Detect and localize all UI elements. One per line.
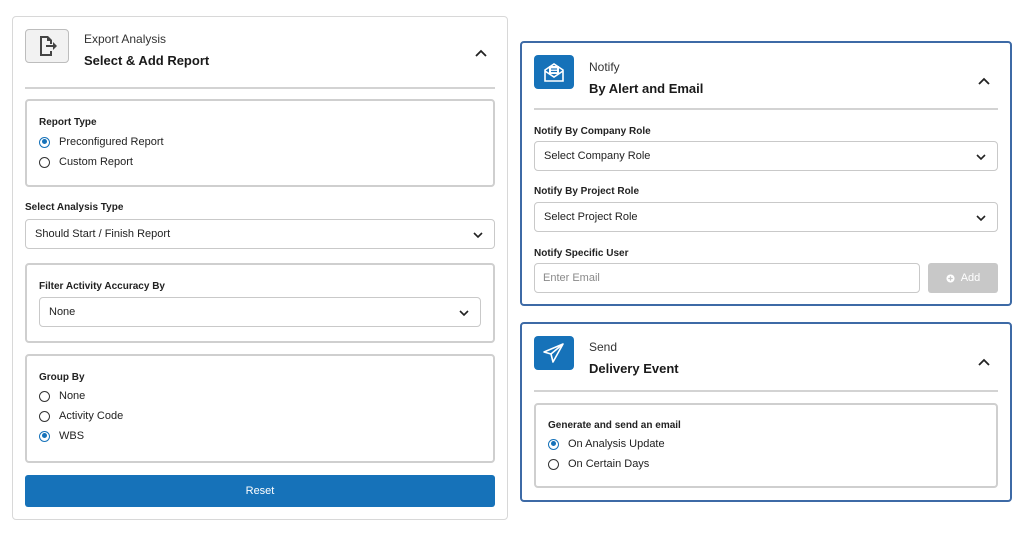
send-card: Send Delivery Event Generate and send an… [520, 322, 1012, 502]
radio-unselected-icon [548, 458, 559, 470]
chevron-down-icon [976, 215, 986, 222]
export-card-header[interactable]: Export Analysis Select & Add Report [25, 27, 495, 89]
analysis-type-value: Should Start / Finish Report [35, 228, 171, 240]
notify-card-subtitle: Notify [589, 60, 620, 74]
group-by-group: Group By None Activity Code WBS [25, 354, 495, 463]
email-field[interactable] [534, 263, 920, 293]
radio-label: WBS [59, 430, 85, 442]
filter-accuracy-group: Filter Activity Accuracy By None [25, 263, 495, 343]
analysis-type-label: Select Analysis Type [25, 202, 124, 213]
chevron-down-icon [473, 232, 483, 239]
plus-circle-icon [946, 273, 955, 283]
paper-plane-icon [534, 336, 574, 370]
export-card-title: Select & Add Report [84, 53, 210, 68]
radio-label: None [59, 390, 86, 402]
reset-button[interactable]: Reset [25, 475, 495, 507]
radio-group-none[interactable]: None [39, 390, 85, 402]
radio-selected-icon [39, 430, 50, 442]
chevron-up-icon[interactable] [473, 45, 489, 61]
export-card-subtitle: Export Analysis [84, 32, 167, 46]
notify-card: Notify By Alert and Email Notify By Comp… [520, 41, 1012, 306]
notify-card-title: By Alert and Email [589, 81, 704, 96]
radio-custom-report[interactable]: Custom Report [39, 156, 133, 168]
radio-label: On Analysis Update [568, 438, 665, 450]
report-type-label: Report Type [39, 117, 97, 128]
project-role-label: Notify By Project Role [534, 186, 640, 197]
radio-unselected-icon [39, 390, 50, 402]
radio-preconfigured-report[interactable]: Preconfigured Report [39, 136, 164, 148]
radio-label: Activity Code [59, 410, 124, 422]
chevron-up-icon[interactable] [976, 73, 992, 89]
report-type-group: Report Type Preconfigured Report Custom … [25, 99, 495, 187]
chevron-down-icon [976, 154, 986, 161]
send-card-title: Delivery Event [589, 361, 679, 376]
add-user-button[interactable]: Add [928, 263, 998, 293]
export-file-icon [25, 29, 69, 63]
notify-card-header[interactable]: Notify By Alert and Email [534, 53, 998, 110]
radio-selected-icon [548, 438, 559, 450]
radio-group-wbs[interactable]: WBS [39, 430, 84, 442]
envelope-alert-icon [534, 55, 574, 89]
radio-unselected-icon [39, 156, 50, 168]
radio-unselected-icon [39, 410, 50, 422]
filter-accuracy-select[interactable]: None [39, 297, 481, 327]
chevron-up-icon[interactable] [976, 354, 992, 370]
radio-on-certain-days[interactable]: On Certain Days [548, 458, 649, 470]
filter-accuracy-label: Filter Activity Accuracy By [39, 281, 165, 292]
company-role-select[interactable]: Select Company Role [534, 141, 998, 171]
radio-label: On Certain Days [568, 458, 650, 470]
send-card-subtitle: Send [589, 340, 618, 354]
radio-label: Custom Report [59, 156, 133, 168]
export-analysis-card: Export Analysis Select & Add Report Repo… [12, 16, 508, 520]
chevron-down-icon [459, 310, 469, 317]
radio-group-activity-code[interactable]: Activity Code [39, 410, 123, 422]
radio-selected-icon [39, 136, 50, 148]
generate-email-group: Generate and send an email On Analysis U… [534, 403, 998, 488]
send-card-header[interactable]: Send Delivery Event [534, 334, 998, 392]
filter-accuracy-value: None [49, 306, 76, 318]
generate-email-label: Generate and send an email [548, 420, 681, 431]
add-button-label: Add [960, 272, 981, 284]
company-role-label: Notify By Company Role [534, 126, 651, 137]
group-by-label: Group By [39, 372, 85, 383]
company-role-value: Select Company Role [544, 150, 651, 162]
project-role-select[interactable]: Select Project Role [534, 202, 998, 232]
analysis-type-select[interactable]: Should Start / Finish Report [25, 219, 495, 249]
radio-on-analysis-update[interactable]: On Analysis Update [548, 438, 665, 450]
specific-user-label: Notify Specific User [534, 248, 629, 259]
project-role-value: Select Project Role [544, 211, 638, 223]
radio-label: Preconfigured Report [59, 136, 164, 148]
